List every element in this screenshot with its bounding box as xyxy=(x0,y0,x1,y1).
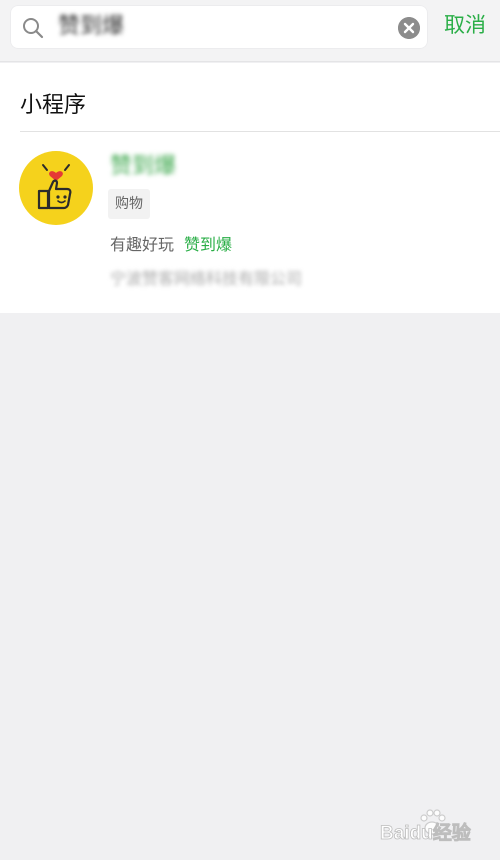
clear-icon[interactable] xyxy=(398,17,420,39)
mini-program-result[interactable]: 赞到爆 购物 有趣好玩 赞到爆 宁波赞客网络科技有限公司 xyxy=(0,132,500,313)
results-panel: 小程序 赞到爆 购物 有趣好玩 赞到爆 宁波赞客网络科技有限公司 xyxy=(0,63,500,313)
company-name: 宁波赞客网络科技有限公司 xyxy=(110,269,303,288)
search-bar: 赞到爆 取消 xyxy=(0,0,500,62)
thumbs-up-logo-icon xyxy=(19,151,93,225)
watermark-brand: Baidu经验 xyxy=(380,821,472,844)
description-highlight: 赞到爆 xyxy=(184,235,233,254)
search-input[interactable]: 赞到爆 xyxy=(10,5,428,49)
app-name: 赞到爆 xyxy=(110,154,177,179)
category-tag: 购物 xyxy=(108,189,150,219)
cancel-button[interactable]: 取消 xyxy=(444,10,486,40)
search-query: 赞到爆 xyxy=(58,14,125,39)
baidu-jingyan-watermark: Baidu经验 xyxy=(380,809,472,844)
section-title: 小程序 xyxy=(20,93,87,118)
search-icon xyxy=(23,18,44,39)
app-description: 有趣好玩 赞到爆 xyxy=(110,232,232,258)
description-text: 有趣好玩 xyxy=(110,235,175,254)
